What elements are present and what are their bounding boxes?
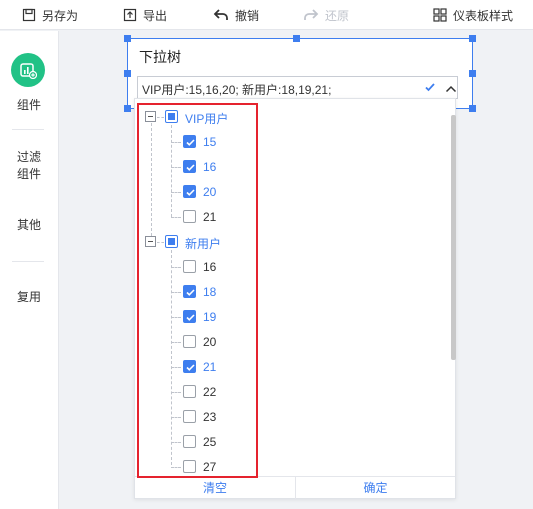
sidebar-item-components[interactable]: 组件 — [0, 97, 58, 114]
clear-button[interactable]: 清空 — [135, 477, 295, 500]
export-button[interactable]: 导出 — [123, 0, 167, 30]
widget-title: 下拉树 — [139, 49, 181, 65]
redo-button[interactable]: 还原 — [303, 0, 349, 30]
tree-select-input[interactable]: VIP用户:15,16,20; 新用户:18,19,21; — [137, 76, 458, 99]
checkmark-icon — [424, 81, 436, 96]
sidebar-divider — [12, 129, 44, 130]
sidebar-item-other[interactable]: 其他 — [0, 217, 58, 234]
grid-icon — [433, 8, 447, 22]
sidebar-divider — [12, 261, 44, 262]
redo-label: 还原 — [325, 8, 350, 23]
selected-value: VIP用户:15,16,20; 新用户:18,19,21; — [142, 83, 332, 97]
scrollbar[interactable] — [451, 115, 456, 360]
confirm-button[interactable]: 确定 — [296, 477, 455, 500]
dashboard-style-button[interactable]: 仪表板样式 — [433, 0, 513, 30]
chevron-up-icon[interactable] — [445, 83, 457, 97]
save-icon — [22, 8, 36, 22]
dropdown-footer: 清空 确定 — [135, 476, 455, 500]
sidebar-item-filter-components[interactable]: 过滤 组件 — [0, 149, 58, 183]
redo-icon — [303, 8, 319, 22]
dashboard-style-label: 仪表板样式 — [453, 8, 514, 23]
resize-handle[interactable] — [469, 70, 476, 77]
resize-handle[interactable] — [293, 35, 300, 42]
sidebar-item-reuse[interactable]: 复用 — [0, 289, 58, 306]
resize-handle[interactable] — [124, 105, 131, 112]
component-chart-icon[interactable] — [11, 53, 45, 87]
save-as-button[interactable]: 另存为 — [22, 0, 78, 30]
resize-handle[interactable] — [124, 35, 131, 42]
export-label: 导出 — [143, 8, 168, 23]
undo-icon — [213, 8, 229, 22]
resize-handle[interactable] — [469, 105, 476, 112]
resize-handle[interactable] — [124, 70, 131, 77]
undo-label: 撤销 — [235, 8, 260, 23]
left-sidebar: 组件 过滤 组件 其他 复用 — [0, 31, 59, 509]
save-as-label: 另存为 — [42, 8, 79, 23]
highlight-frame — [137, 103, 258, 478]
top-toolbar: 另存为 导出 撤销 还原 仪表板样式 — [0, 0, 533, 30]
export-icon — [123, 8, 137, 22]
resize-handle[interactable] — [469, 35, 476, 42]
undo-button[interactable]: 撤销 — [213, 0, 259, 30]
